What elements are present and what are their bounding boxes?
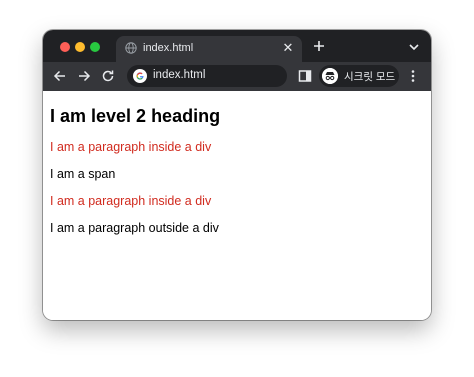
globe-icon	[125, 42, 137, 54]
outside-paragraph: I am a paragraph outside a div	[50, 221, 219, 235]
more-menu-icon[interactable]	[405, 68, 421, 84]
address-bar[interactable]: index.html	[127, 65, 287, 87]
page-heading: I am level 2 heading	[50, 106, 221, 126]
window-zoom-button[interactable]	[90, 42, 100, 52]
new-tab-plus-icon[interactable]	[311, 38, 327, 54]
side-panel-icon[interactable]	[297, 68, 313, 84]
incognito-profile-chip[interactable]: 시크릿 모드	[319, 65, 399, 87]
toolbar: index.html 시크릿 모드	[43, 62, 431, 91]
window-minimize-button[interactable]	[75, 42, 85, 52]
tab-title: index.html	[143, 42, 194, 54]
page-content: I am level 2 heading I am a paragraph in…	[50, 105, 424, 237]
div-container-1: I am a paragraph inside a div	[50, 139, 424, 156]
div-paragraph: I am a paragraph inside a div	[50, 140, 212, 154]
incognito-label: 시크릿 모드	[344, 71, 396, 83]
incognito-icon	[322, 68, 338, 84]
tab-active[interactable]: index.html ✕	[116, 36, 302, 62]
reload-icon[interactable]	[100, 68, 116, 84]
page-viewport: I am level 2 heading I am a paragraph in…	[43, 91, 431, 320]
tab-strip: index.html ✕	[43, 30, 431, 62]
forward-arrow-icon[interactable]	[76, 68, 92, 84]
close-icon[interactable]: ✕	[281, 41, 295, 55]
address-bar-text: index.html	[153, 69, 206, 81]
tab-search-chevron-icon[interactable]	[407, 40, 421, 54]
div-paragraph: I am a paragraph inside a div	[50, 194, 212, 208]
div-container-2: I am a paragraph inside a div	[50, 193, 424, 210]
window-close-button[interactable]	[60, 42, 70, 52]
span-text: I am a span	[50, 167, 116, 181]
back-arrow-icon[interactable]	[52, 68, 68, 84]
browser-window: index.html ✕ index.html 시크릿 모드 I am leve…	[43, 30, 431, 320]
google-g-icon	[133, 69, 147, 83]
